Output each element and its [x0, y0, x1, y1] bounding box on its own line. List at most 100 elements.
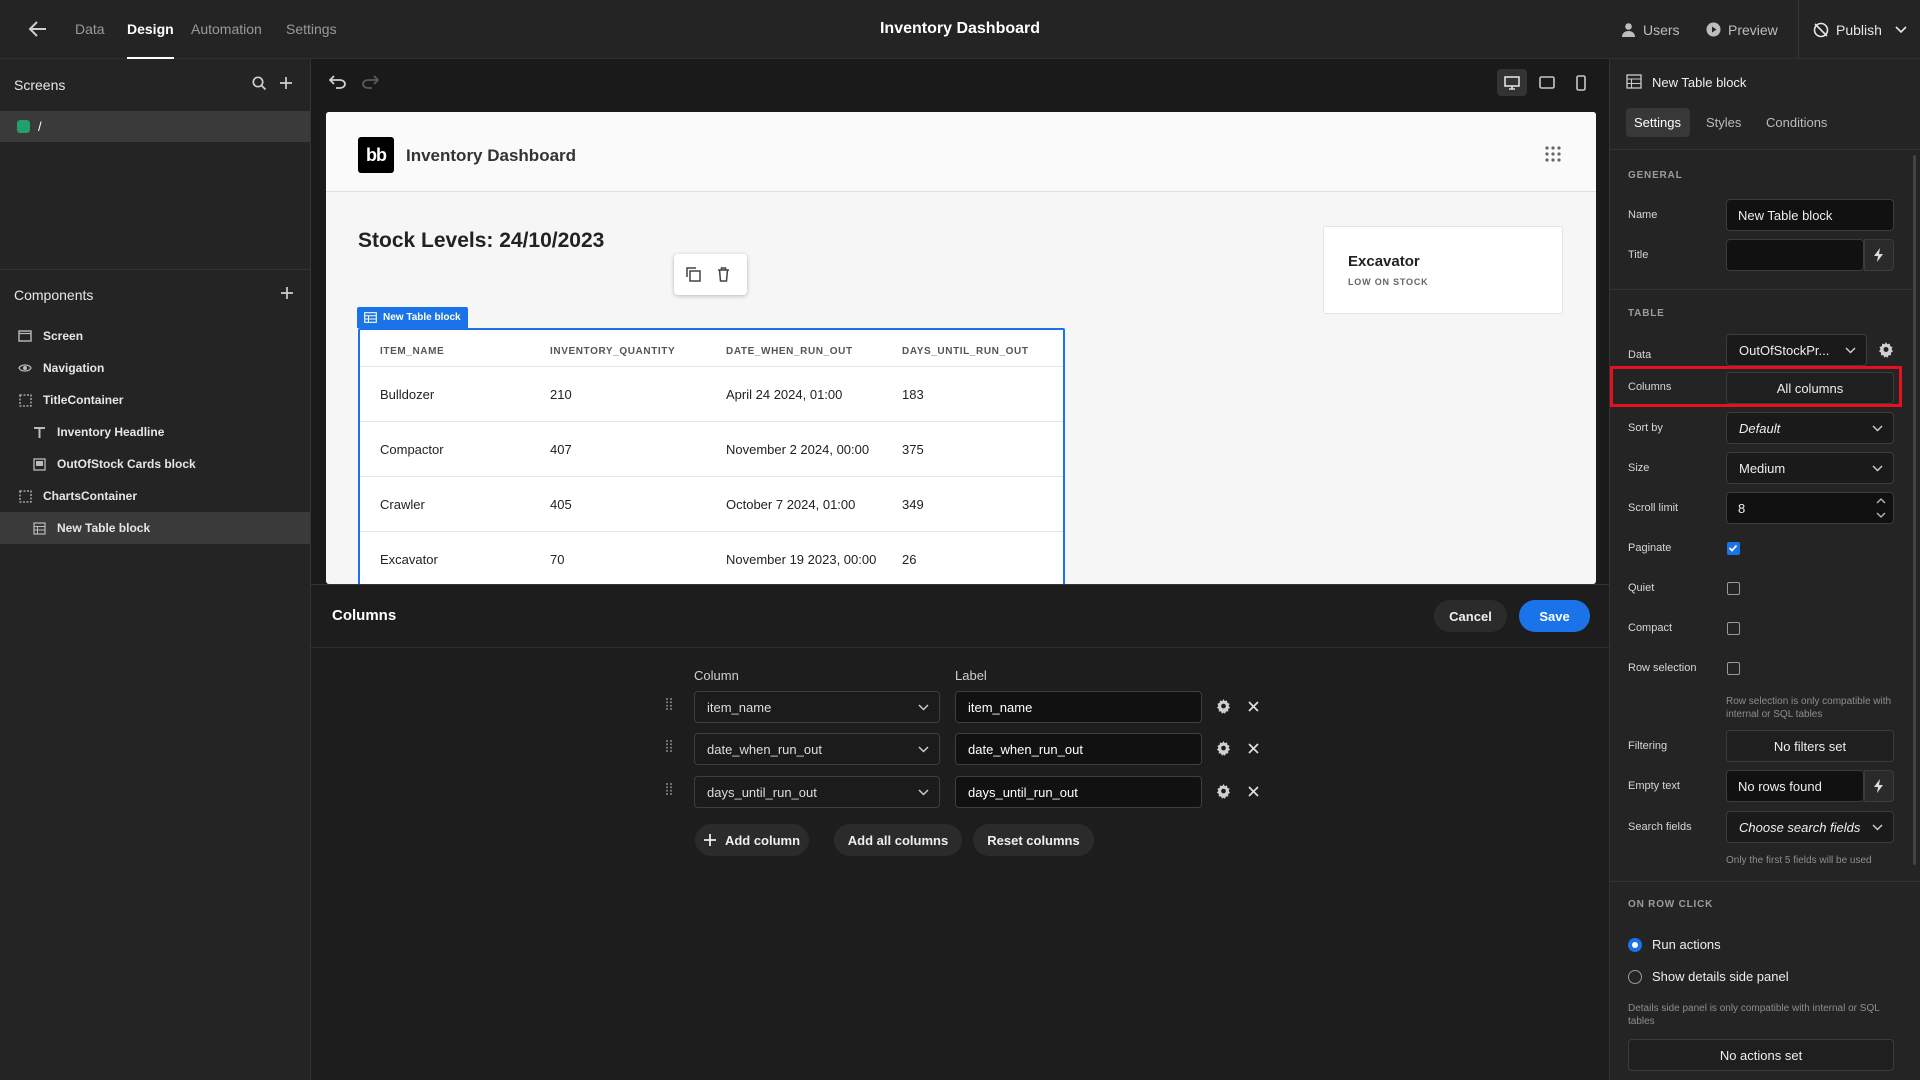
screen-color-dot — [17, 120, 30, 133]
reset-columns-button[interactable]: Reset columns — [973, 824, 1094, 856]
tab-settings[interactable]: Settings — [286, 0, 337, 59]
save-button[interactable]: Save — [1519, 600, 1590, 632]
column-select[interactable]: item_name — [694, 691, 940, 723]
add-component-icon[interactable] — [280, 286, 294, 300]
stock-headline[interactable]: Stock Levels: 24/10/2023 — [358, 229, 604, 253]
table-row[interactable]: Crawler 405 October 7 2024, 01:00 349 — [360, 476, 1063, 531]
component-screen[interactable]: Screen — [0, 320, 310, 352]
scrollbar[interactable] — [1913, 155, 1916, 865]
quiet-checkbox[interactable] — [1727, 582, 1740, 595]
search-fields-select[interactable]: Choose search fields — [1726, 811, 1894, 843]
desktop-view-button[interactable] — [1497, 69, 1527, 96]
data-label: Data — [1628, 349, 1652, 361]
gear-icon[interactable] — [1216, 741, 1231, 756]
grid-menu-icon[interactable] — [1545, 146, 1561, 162]
tab-automation[interactable]: Automation — [191, 0, 262, 59]
stepper-icon[interactable] — [1875, 495, 1887, 521]
filtering-label: Filtering — [1628, 740, 1668, 752]
chevron-down-icon — [1845, 347, 1856, 354]
table-row[interactable]: Compactor 407 November 2 2024, 00:00 375 — [360, 421, 1063, 476]
filtering-button[interactable]: No filters set — [1726, 730, 1894, 762]
divider — [311, 647, 1609, 648]
search-fields-value: Choose search fields — [1739, 819, 1861, 835]
column-select[interactable]: date_when_run_out — [694, 733, 940, 765]
add-column-button[interactable]: Add column — [695, 824, 809, 856]
add-all-columns-button[interactable]: Add all columns — [834, 824, 962, 856]
binding-button[interactable] — [1864, 770, 1894, 802]
component-new-table-block[interactable]: New Table block — [0, 512, 310, 544]
duplicate-icon[interactable] — [686, 267, 701, 282]
scroll-limit-label: Scroll limit — [1628, 502, 1679, 514]
component-inventory-headline[interactable]: Inventory Headline — [0, 416, 310, 448]
column-select[interactable]: days_until_run_out — [694, 776, 940, 808]
components-title: Components — [14, 287, 94, 303]
component-chartscontainer[interactable]: ChartsContainer — [0, 480, 310, 512]
delete-icon[interactable] — [717, 267, 730, 282]
users-button[interactable]: Users — [1621, 0, 1680, 59]
gear-icon[interactable] — [1216, 784, 1231, 799]
back-arrow-icon[interactable] — [28, 20, 48, 38]
data-table[interactable]: ITEM_NAME INVENTORY_QUANTITY DATE_WHEN_R… — [358, 328, 1065, 584]
name-input[interactable]: New Table block — [1726, 199, 1894, 231]
remove-icon[interactable] — [1248, 743, 1259, 754]
paginate-checkbox[interactable] — [1727, 542, 1740, 555]
component-navigation[interactable]: Navigation — [0, 352, 310, 384]
drag-handle-icon[interactable] — [665, 697, 673, 711]
title-input[interactable] — [1726, 239, 1864, 271]
label-input[interactable]: date_when_run_out — [955, 733, 1202, 765]
add-screen-icon[interactable] — [279, 76, 293, 90]
undo-icon[interactable] — [329, 75, 347, 89]
component-outofstock-cards[interactable]: OutOfStock Cards block — [0, 448, 310, 480]
details-panel-label: Show details side panel — [1652, 969, 1789, 984]
row-selection-checkbox[interactable] — [1727, 662, 1740, 675]
column-header[interactable]: DAYS_UNTIL_RUN_OUT — [902, 346, 1029, 357]
table-row[interactable]: Bulldozer 210 April 24 2024, 01:00 183 — [360, 366, 1063, 421]
column-header[interactable]: INVENTORY_QUANTITY — [550, 346, 675, 357]
component-titlecontainer[interactable]: TitleContainer — [0, 384, 310, 416]
table-cell: 405 — [550, 497, 572, 512]
remove-icon[interactable] — [1248, 701, 1259, 712]
binding-button[interactable] — [1864, 239, 1894, 271]
publish-off-icon — [1813, 22, 1829, 37]
table-cell: October 7 2024, 01:00 — [726, 497, 856, 512]
empty-text-input[interactable]: No rows found — [1726, 770, 1864, 802]
tab-design[interactable]: Design — [127, 0, 174, 59]
data-source-select[interactable]: OutOfStockPr... — [1726, 334, 1867, 366]
radio-details-panel[interactable] — [1628, 970, 1642, 984]
tablet-icon[interactable] — [1539, 76, 1555, 90]
drag-handle-icon[interactable] — [665, 782, 673, 796]
search-icon[interactable] — [252, 76, 267, 91]
gear-icon[interactable] — [1878, 342, 1894, 358]
column-header[interactable]: DATE_WHEN_RUN_OUT — [726, 346, 853, 357]
remove-icon[interactable] — [1248, 786, 1259, 797]
size-select[interactable]: Medium — [1726, 452, 1894, 484]
tab-settings[interactable]: Settings — [1634, 115, 1681, 130]
label-input[interactable]: days_until_run_out — [955, 776, 1202, 808]
drag-handle-icon[interactable] — [665, 739, 673, 753]
mobile-icon[interactable] — [1576, 75, 1586, 91]
tab-data[interactable]: Data — [75, 0, 105, 59]
redo-icon[interactable] — [361, 75, 379, 89]
tab-conditions[interactable]: Conditions — [1766, 115, 1827, 130]
column-header[interactable]: ITEM_NAME — [380, 346, 444, 357]
screen-item[interactable]: / — [0, 111, 310, 142]
compact-label: Compact — [1628, 622, 1673, 634]
columns-button[interactable]: All columns — [1726, 372, 1894, 404]
preview-button[interactable]: Preview — [1706, 0, 1778, 59]
cancel-button[interactable]: Cancel — [1434, 600, 1507, 632]
actions-button[interactable]: No actions set — [1628, 1039, 1894, 1071]
scroll-limit-input[interactable]: 8 — [1726, 492, 1894, 524]
gear-icon[interactable] — [1216, 699, 1231, 714]
sortby-select[interactable]: Default — [1726, 412, 1894, 444]
columns-label: Columns — [1628, 381, 1672, 393]
app-preview: bb Inventory Dashboard Stock Levels: 24/… — [326, 112, 1596, 584]
user-icon — [1622, 23, 1635, 37]
block-tag-label: New Table block — [383, 312, 461, 323]
compact-checkbox[interactable] — [1727, 622, 1740, 635]
tab-styles[interactable]: Styles — [1706, 115, 1741, 130]
radio-run-actions[interactable] — [1628, 938, 1642, 952]
label-input[interactable]: item_name — [955, 691, 1202, 723]
table-cell: November 2 2024, 00:00 — [726, 442, 870, 457]
publish-button[interactable]: Publish — [1813, 0, 1907, 59]
table-row[interactable]: Excavator 70 November 19 2023, 00:00 26 — [360, 531, 1063, 584]
